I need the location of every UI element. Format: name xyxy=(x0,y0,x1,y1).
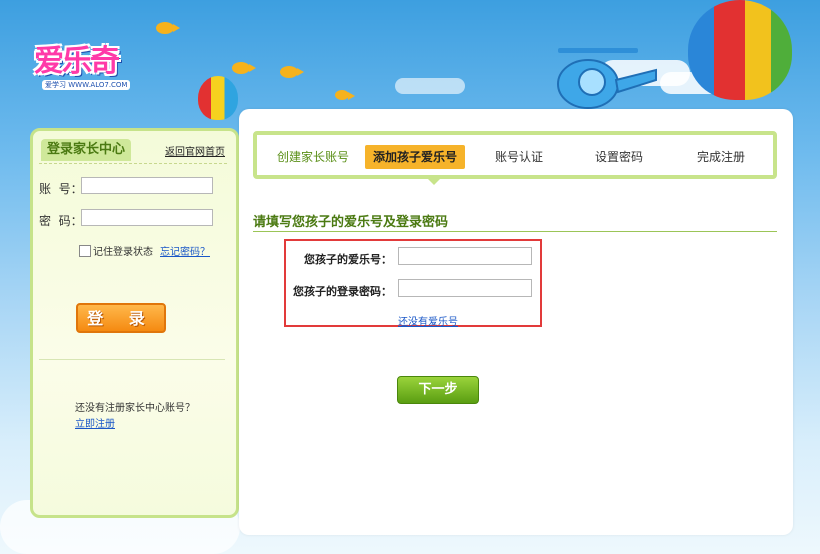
child-password-label: 您孩子的登录密码： xyxy=(293,285,392,298)
logo-subtitle: 爱学习 WWW.ALO7.COM xyxy=(42,80,131,90)
section-title: 请填写您孩子的爱乐号及登录密码 xyxy=(253,211,777,232)
login-button[interactable]: 登 录 xyxy=(76,303,166,333)
remember-label: 记住登录状态 xyxy=(93,247,153,258)
fish-decoration xyxy=(335,90,355,100)
balloon-decoration xyxy=(198,76,238,120)
back-to-home-link[interactable]: 返回官网首页 xyxy=(165,143,225,158)
logo-text: 爱乐奇 xyxy=(34,44,120,79)
step-add-child-id: 添加孩子爱乐号 xyxy=(365,145,466,169)
remember-row: 记住登录状态 忘记密码？ xyxy=(79,243,210,258)
step-create-parent-account: 创建家长账号 xyxy=(277,150,350,164)
step-complete-registration: 完成注册 xyxy=(696,150,745,164)
child-id-label: 您孩子的爱乐号： xyxy=(304,253,392,266)
password-label: 密 码： xyxy=(39,214,83,228)
brand-logo[interactable]: 爱乐奇 爱学习 WWW.ALO7.COM xyxy=(34,36,134,96)
forgot-password-link[interactable]: 忘记密码？ xyxy=(160,243,210,258)
registration-steps: 创建家长账号 添加孩子爱乐号 账号认证 设置密码 完成注册 xyxy=(253,131,777,185)
fish-decoration xyxy=(156,22,180,34)
divider xyxy=(39,359,225,360)
password-input[interactable] xyxy=(81,209,213,226)
account-input[interactable] xyxy=(81,177,213,194)
no-account-text: 还没有注册家长中心账号？ xyxy=(75,403,195,414)
fish-decoration xyxy=(280,66,304,78)
next-step-button[interactable]: 下一步 xyxy=(397,376,479,404)
login-panel: 登录家长中心 返回官网首页 账 号： 密 码： 记住登录状态 忘记密码？ 登 录… xyxy=(30,128,239,518)
active-step-indicator xyxy=(428,179,440,185)
child-account-form: 您孩子的爱乐号： 您孩子的登录密码： 还没有爱乐号 xyxy=(284,239,542,328)
balloon-decoration xyxy=(688,0,792,100)
step-account-verification: 账号认证 xyxy=(494,150,543,164)
register-link[interactable]: 立即注册 xyxy=(75,415,115,430)
main-panel: 创建家长账号 添加孩子爱乐号 账号认证 设置密码 完成注册 请填写您孩子的爱乐号… xyxy=(239,109,793,535)
cloud-decoration xyxy=(395,78,465,94)
remember-checkbox[interactable] xyxy=(79,244,91,257)
account-label: 账 号： xyxy=(39,182,83,196)
login-header: 登录家长中心 返回官网首页 xyxy=(39,137,227,164)
fish-decoration xyxy=(232,62,256,74)
child-password-input[interactable] xyxy=(398,279,532,297)
child-id-input[interactable] xyxy=(398,247,532,265)
login-title: 登录家长中心 xyxy=(41,139,132,161)
no-child-id-link[interactable]: 还没有爱乐号 xyxy=(398,313,458,328)
helicopter-decoration xyxy=(544,40,664,112)
step-set-password: 设置密码 xyxy=(594,150,643,164)
